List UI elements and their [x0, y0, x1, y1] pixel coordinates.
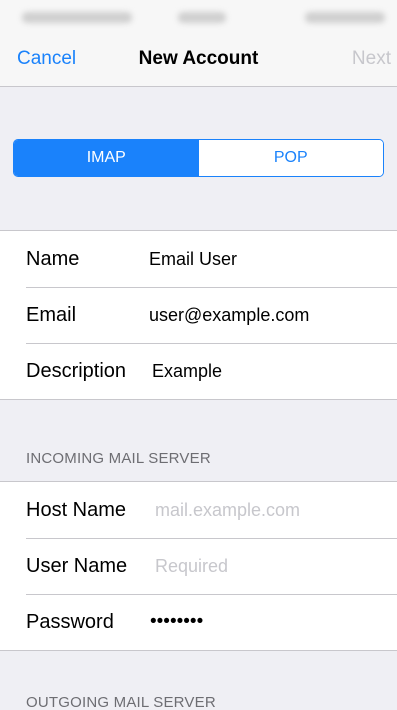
- screen: Cancel New Account Next IMAP POP Name Em…: [0, 0, 397, 710]
- email-label: Email: [26, 303, 77, 326]
- outgoing-mail-server-header: OUTGOING MAIL SERVER: [26, 694, 216, 710]
- incoming-mail-server-header: INCOMING MAIL SERVER: [26, 450, 211, 467]
- user-name-field[interactable]: Required: [155, 556, 228, 577]
- name-label: Name: [26, 247, 80, 270]
- email-row[interactable]: Email user@example.com: [0, 287, 397, 343]
- status-carrier-blurred: [22, 12, 132, 23]
- navigation-bar: Cancel New Account Next: [0, 34, 397, 87]
- status-battery-blurred: [305, 12, 385, 23]
- next-button[interactable]: Next: [352, 48, 391, 70]
- page-title: New Account: [138, 48, 259, 69]
- email-field[interactable]: user@example.com: [149, 305, 309, 326]
- description-field[interactable]: Example: [152, 361, 222, 382]
- name-field[interactable]: Email User: [149, 249, 237, 270]
- password-field[interactable]: ••••••••: [150, 611, 203, 633]
- segment-pop[interactable]: POP: [198, 140, 383, 176]
- host-name-field[interactable]: mail.example.com: [155, 500, 300, 521]
- account-type-segmented-control: IMAP POP: [13, 139, 384, 177]
- password-row[interactable]: Password ••••••••: [0, 594, 397, 650]
- description-row[interactable]: Description Example: [0, 343, 397, 399]
- incoming-server-group: Host Name mail.example.com User Name Req…: [0, 481, 397, 651]
- description-label: Description: [26, 359, 127, 382]
- host-name-label: Host Name: [26, 498, 127, 521]
- account-info-group: Name Email User Email user@example.com D…: [0, 230, 397, 400]
- name-row[interactable]: Name Email User: [0, 231, 397, 287]
- user-name-label: User Name: [26, 554, 128, 577]
- status-time-blurred: [178, 12, 226, 23]
- host-name-row[interactable]: Host Name mail.example.com: [0, 482, 397, 538]
- segment-imap[interactable]: IMAP: [14, 140, 199, 176]
- password-label: Password: [26, 610, 114, 633]
- status-bar: [0, 0, 397, 34]
- user-name-row[interactable]: User Name Required: [0, 538, 397, 594]
